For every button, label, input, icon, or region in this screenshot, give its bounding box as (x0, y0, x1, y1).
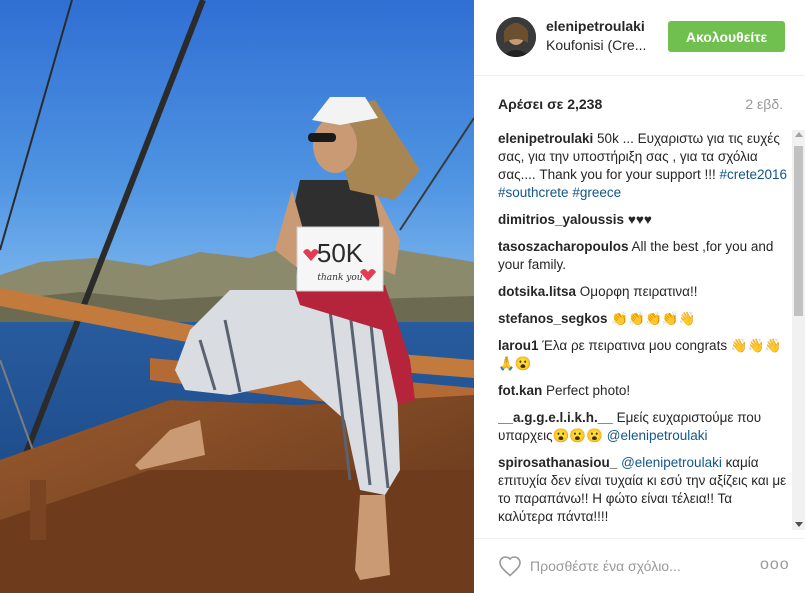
comment-item: elenipetroulaki 50k ... Ευχαριστω για τι… (498, 130, 790, 202)
comment-text: Perfect photo! (546, 383, 631, 398)
comment-username-link[interactable]: stefanos_segkos (498, 311, 608, 326)
comment-item: tasoszacharopoulos All the best ,for you… (498, 238, 790, 274)
comment-username-link[interactable]: fot.kan (498, 383, 542, 398)
add-comment-input[interactable] (530, 553, 750, 579)
comments-list[interactable]: elenipetroulaki 50k ... Ευχαριστω για τι… (498, 130, 790, 528)
scrollbar-thumb[interactable] (794, 146, 803, 316)
following-button[interactable]: Ακολουθείτε (668, 21, 785, 52)
photo-sign-text: 50K (317, 238, 364, 268)
comment-item: dotsika.litsa Ομορφη πειρατινα!! (498, 283, 790, 301)
comment-username-link[interactable]: __a.g.g.e.l.i.k.h.__ (498, 410, 613, 425)
location-link[interactable]: Koufonisi (Cre... (546, 37, 646, 53)
avatar[interactable] (496, 17, 536, 57)
comment-item: stefanos_segkos 👏👏👏👏👋 (498, 310, 790, 328)
post-photo[interactable]: 50K thank you (0, 0, 474, 593)
post-header: elenipetroulaki Koufonisi (Cre... Ακολου… (474, 0, 805, 76)
comment-username-link[interactable]: elenipetroulaki (498, 131, 593, 146)
comment-item: larou1 Έλα ρε πειρατινα μου congrats 👋👋👋… (498, 337, 790, 373)
comment-username-link[interactable]: tasoszacharopoulos (498, 239, 629, 254)
comment-text: Έλα ρε πειρατινα μου congrats 👋👋👋🙏😮 (498, 338, 782, 371)
post-details-panel: elenipetroulaki Koufonisi (Cre... Ακολου… (474, 0, 805, 593)
avatar-image (496, 17, 536, 57)
more-options-icon[interactable]: ooo (760, 556, 790, 574)
likes-count[interactable]: Αρέσει σε 2,238 (498, 96, 602, 112)
comment-username-link[interactable]: dimitrios_yaloussis (498, 212, 624, 227)
comment-item: __a.g.g.e.l.i.k.h.__ Εμείς ευχαριστούμε … (498, 409, 790, 445)
hashtag-link[interactable]: #greece (572, 185, 621, 200)
heart-outline-icon[interactable] (498, 555, 522, 577)
hashtag-link[interactable]: #southcrete (498, 185, 569, 200)
comment-item: spirosathanasiou_ @elenipetroulaki καμία… (498, 454, 790, 526)
post-photo-scene: 50K thank you (0, 0, 474, 593)
comment-item: dimitrios_yaloussis ♥♥♥ (498, 211, 790, 229)
comment-item: fot.kan Perfect photo! (498, 382, 790, 400)
mention-link[interactable]: @elenipetroulaki (607, 428, 708, 443)
photo-sign-subtext: thank you (317, 273, 362, 283)
username-link[interactable]: elenipetroulaki (546, 18, 645, 34)
comment-text: 👏👏👏👏👋 (611, 311, 696, 326)
comment-username-link[interactable]: larou1 (498, 338, 539, 353)
post-footer: ooo (474, 538, 805, 593)
post-age[interactable]: 2 εβδ. (745, 96, 783, 112)
scroll-up-arrow-icon[interactable] (795, 132, 803, 137)
comments-scrollbar[interactable] (792, 130, 805, 530)
comment-text: ♥♥♥ (627, 212, 652, 227)
comment-username-link[interactable]: dotsika.litsa (498, 284, 576, 299)
comment-username-link[interactable]: spirosathanasiou_ (498, 455, 617, 470)
comment-text: Ομορφη πειρατινα!! (579, 284, 698, 299)
hashtag-link[interactable]: #crete2016 (719, 167, 787, 182)
post-meta: Αρέσει σε 2,238 2 εβδ. (474, 76, 805, 130)
scroll-down-arrow-icon[interactable] (795, 522, 803, 527)
mention-link[interactable]: @elenipetroulaki (621, 455, 722, 470)
photo-sign: 50K thank you (296, 226, 384, 292)
